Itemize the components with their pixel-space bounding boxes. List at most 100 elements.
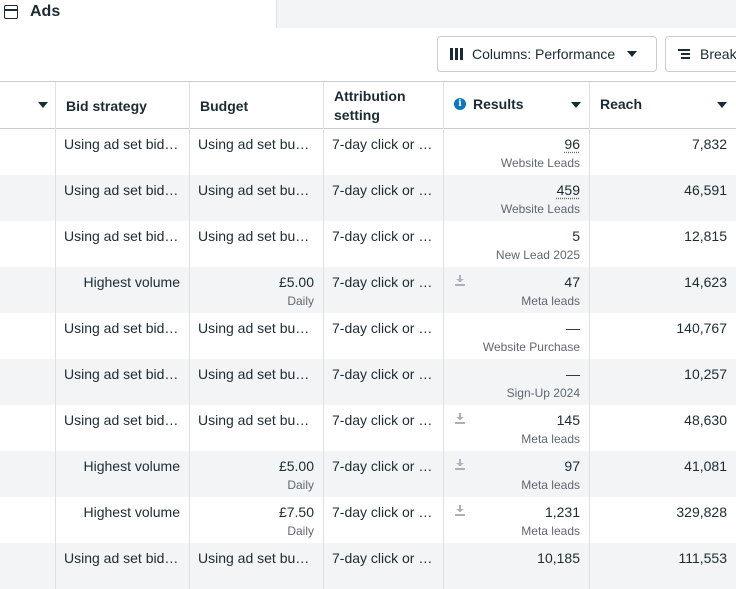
attribution-cell[interactable]: 7-day click or 1-day view bbox=[324, 175, 444, 221]
chevron-down-icon bbox=[627, 51, 638, 57]
bid-strategy-cell[interactable]: Using ad set bid strategy bbox=[56, 175, 190, 221]
table-row[interactable]: Highest volume £7.50 Daily 7-day click o… bbox=[0, 497, 736, 543]
results-cell[interactable]: 145 Meta leads bbox=[444, 405, 590, 451]
breakdown-button[interactable]: Breakd bbox=[665, 36, 736, 72]
info-icon[interactable]: i bbox=[454, 97, 466, 110]
bid-strategy-cell[interactable]: Using ad set bid strategy bbox=[56, 313, 190, 359]
results-value: 1,231 bbox=[544, 504, 580, 520]
budget-cell[interactable]: £7.50 Daily bbox=[190, 497, 324, 543]
bid-strategy-value: Using ad set bid strategy bbox=[64, 550, 182, 566]
budget-value: Using ad set budget bbox=[198, 136, 316, 152]
attribution-cell[interactable]: 7-day click or 1-day view bbox=[324, 267, 444, 313]
table-row[interactable]: Using ad set bid strategy Using ad set b… bbox=[0, 221, 736, 267]
results-type: Sign-Up 2024 bbox=[506, 386, 580, 400]
budget-value: Using ad set budget bbox=[198, 182, 316, 198]
column-header-budget[interactable]: Budget bbox=[190, 82, 324, 129]
row-cell-previous bbox=[0, 129, 56, 175]
results-cell[interactable]: 47 Meta leads bbox=[444, 267, 590, 313]
column-header-results[interactable]: i Results bbox=[444, 82, 590, 129]
attribution-cell[interactable]: 7-day click or 1-day view bbox=[324, 405, 444, 451]
column-header-bid-strategy[interactable]: Bid strategy bbox=[56, 82, 190, 129]
chevron-down-icon[interactable] bbox=[717, 102, 727, 108]
table-row[interactable]: Highest volume £5.00 Daily 7-day click o… bbox=[0, 451, 736, 497]
table-row[interactable]: Using ad set bid strategy Using ad set b… bbox=[0, 359, 736, 405]
reach-cell: 46,591 bbox=[590, 175, 736, 221]
results-cell[interactable]: — Website Purchase bbox=[444, 313, 590, 359]
budget-cell[interactable]: Using ad set budget bbox=[190, 129, 324, 175]
bid-strategy-cell[interactable]: Highest volume bbox=[56, 497, 190, 543]
table-row[interactable]: Using ad set bid strategy Using ad set b… bbox=[0, 175, 736, 221]
results-cell[interactable]: 5 New Lead 2025 bbox=[444, 221, 590, 267]
budget-value: Using ad set budget bbox=[198, 366, 316, 382]
reach-value: 48,630 bbox=[684, 412, 727, 428]
results-cell[interactable]: 459 Website Leads bbox=[444, 175, 590, 221]
bid-strategy-cell[interactable]: Using ad set bid strategy bbox=[56, 221, 190, 267]
table-row[interactable]: Using ad set bid strategy Using ad set b… bbox=[0, 543, 736, 589]
row-cell-previous bbox=[0, 175, 56, 221]
results-cell[interactable]: 10,185 bbox=[444, 543, 590, 589]
reach-cell: 41,081 bbox=[590, 451, 736, 497]
reach-cell: 111,553 bbox=[590, 543, 736, 589]
reach-value: 329,828 bbox=[676, 504, 727, 520]
attribution-cell[interactable]: 7-day click or 1-day view bbox=[324, 129, 444, 175]
table-row[interactable]: Using ad set bid strategy Using ad set b… bbox=[0, 313, 736, 359]
bid-strategy-cell[interactable]: Using ad set bid strategy bbox=[56, 405, 190, 451]
attribution-cell[interactable]: 7-day click or 1-day view bbox=[324, 451, 444, 497]
attribution-value: 7-day click or 1-day view bbox=[332, 274, 433, 290]
budget-cell[interactable]: Using ad set budget bbox=[190, 543, 324, 589]
download-icon[interactable] bbox=[455, 413, 465, 425]
row-cell-previous bbox=[0, 405, 56, 451]
results-cell[interactable]: — Sign-Up 2024 bbox=[444, 359, 590, 405]
bid-strategy-cell[interactable]: Highest volume bbox=[56, 451, 190, 497]
attribution-cell[interactable]: 7-day click or 1-day view bbox=[324, 497, 444, 543]
bid-strategy-cell[interactable]: Using ad set bid strategy bbox=[56, 359, 190, 405]
row-cell-previous bbox=[0, 497, 56, 543]
attribution-cell[interactable]: 7-day click or 1-day view bbox=[324, 359, 444, 405]
download-icon[interactable] bbox=[455, 505, 465, 517]
results-value[interactable]: 459 bbox=[557, 182, 580, 198]
columns-button-label: Columns: Performance bbox=[472, 46, 616, 62]
table-row[interactable]: Highest volume £5.00 Daily 7-day click o… bbox=[0, 267, 736, 313]
download-icon[interactable] bbox=[455, 459, 465, 471]
attribution-cell[interactable]: 7-day click or 1-day view bbox=[324, 313, 444, 359]
results-value[interactable]: 96 bbox=[564, 136, 580, 152]
budget-cell[interactable]: £5.00 Daily bbox=[190, 267, 324, 313]
results-value: 47 bbox=[564, 274, 580, 290]
results-value: 10,185 bbox=[537, 550, 580, 566]
budget-cell[interactable]: Using ad set budget bbox=[190, 313, 324, 359]
reach-value: 10,257 bbox=[684, 366, 727, 382]
chevron-down-icon[interactable] bbox=[571, 102, 581, 108]
columns-button[interactable]: Columns: Performance bbox=[437, 36, 657, 72]
reach-cell: 10,257 bbox=[590, 359, 736, 405]
budget-cell[interactable]: Using ad set budget bbox=[190, 175, 324, 221]
results-cell[interactable]: 96 Website Leads bbox=[444, 129, 590, 175]
results-type: Meta leads bbox=[521, 432, 580, 446]
reach-value: 140,767 bbox=[676, 320, 727, 336]
attribution-cell[interactable]: 7-day click or 1-day view bbox=[324, 543, 444, 589]
table-row[interactable]: Using ad set bid strategy Using ad set b… bbox=[0, 405, 736, 451]
budget-cell[interactable]: Using ad set budget bbox=[190, 359, 324, 405]
budget-value: Using ad set budget bbox=[198, 228, 316, 244]
table-header: Bid strategy Budget Attribution setting i… bbox=[0, 81, 736, 129]
row-cell-previous bbox=[0, 221, 56, 267]
column-header-attribution-setting[interactable]: Attribution setting bbox=[324, 82, 444, 129]
chevron-down-icon[interactable] bbox=[38, 102, 48, 108]
ads-tab[interactable]: Ads bbox=[0, 0, 277, 28]
attribution-cell[interactable]: 7-day click or 1-day view bbox=[324, 221, 444, 267]
budget-cell[interactable]: Using ad set budget bbox=[190, 405, 324, 451]
results-type: Website Purchase bbox=[482, 340, 580, 354]
column-header-previous[interactable] bbox=[0, 82, 56, 129]
columns-icon bbox=[450, 48, 463, 60]
bid-strategy-cell[interactable]: Highest volume bbox=[56, 267, 190, 313]
budget-cell[interactable]: £5.00 Daily bbox=[190, 451, 324, 497]
budget-value: £5.00 bbox=[278, 458, 314, 474]
budget-cell[interactable]: Using ad set budget bbox=[190, 221, 324, 267]
bid-strategy-cell[interactable]: Using ad set bid strategy bbox=[56, 543, 190, 589]
download-icon[interactable] bbox=[455, 275, 465, 287]
column-header-reach[interactable]: Reach bbox=[590, 82, 736, 129]
results-cell[interactable]: 97 Meta leads bbox=[444, 451, 590, 497]
bid-strategy-cell[interactable]: Using ad set bid strategy bbox=[56, 129, 190, 175]
results-cell[interactable]: 1,231 Meta leads bbox=[444, 497, 590, 543]
column-header-label: Results bbox=[473, 95, 524, 112]
table-row[interactable]: Using ad set bid strategy Using ad set b… bbox=[0, 129, 736, 175]
